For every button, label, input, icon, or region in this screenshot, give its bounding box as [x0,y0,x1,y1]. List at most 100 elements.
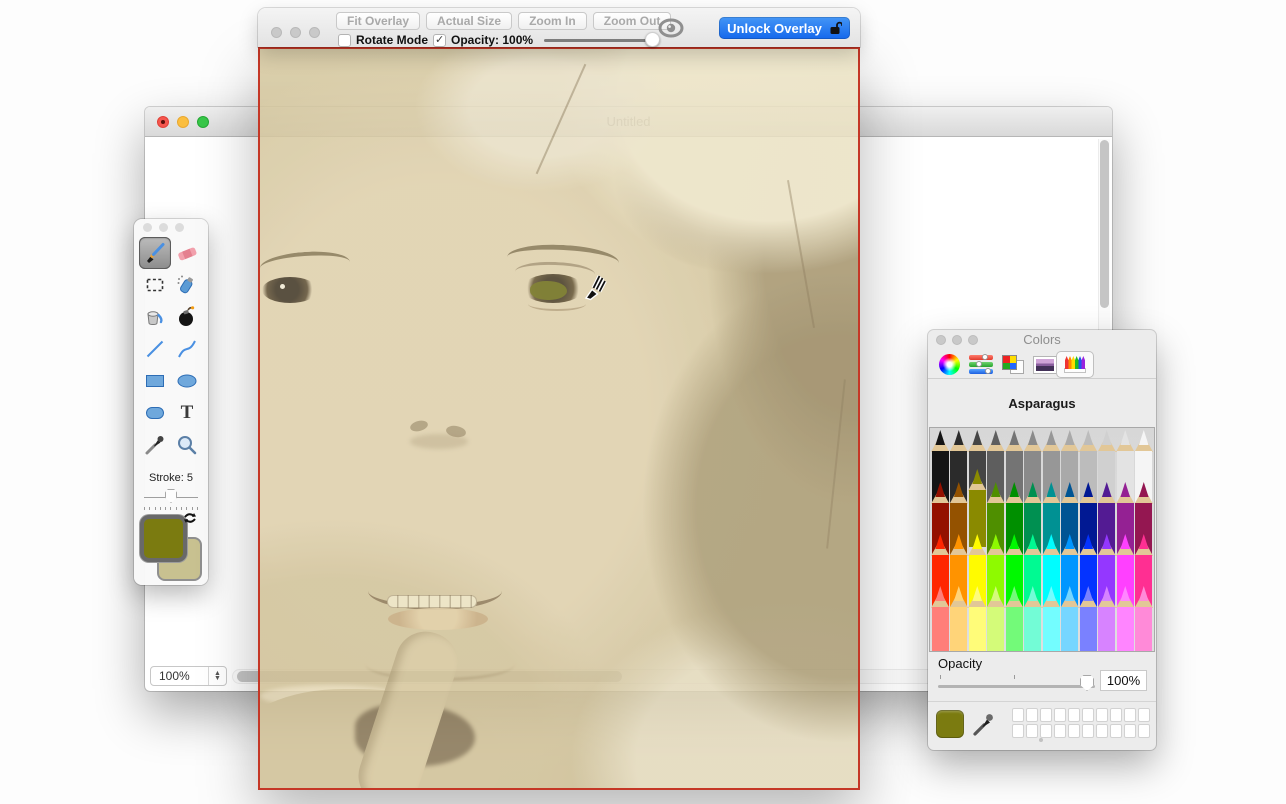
empty-swatch[interactable] [1068,724,1080,738]
tool-zoom[interactable] [171,429,203,461]
empty-swatch[interactable] [1096,724,1108,738]
photo-nose [410,434,468,449]
actual-size-button[interactable]: Actual Size [426,12,512,30]
pencil-color[interactable] [950,586,969,651]
vertical-scrollbar-thumb[interactable] [1100,140,1109,308]
tool-eraser[interactable] [171,237,203,269]
zoom-in-button[interactable]: Zoom In [518,12,587,30]
empty-swatch[interactable] [1068,708,1080,722]
palette-window-dots[interactable] [134,219,208,232]
tool-bomb-clear[interactable] [171,301,203,333]
rotate-mode-checkbox[interactable] [338,34,351,47]
tool-eyedropper[interactable] [139,429,171,461]
empty-swatch[interactable] [1012,724,1024,738]
pencil-color[interactable] [1116,586,1135,651]
tool-airbrush[interactable] [171,269,203,301]
pencil-color[interactable] [1098,586,1117,651]
eye-icon[interactable] [657,18,685,38]
tool-ellipse[interactable] [171,365,203,397]
tool-rounded-rectangle[interactable] [139,397,171,429]
unlock-overlay-button[interactable]: Unlock Overlay [719,17,850,39]
empty-swatch[interactable] [1110,724,1122,738]
empty-swatch[interactable] [1040,724,1052,738]
zoom-window-button[interactable] [197,116,209,128]
pencil-color[interactable] [987,586,1006,651]
pencil-color[interactable] [1135,586,1154,651]
photo-left-eye [262,277,318,303]
pencil-color[interactable] [931,586,950,651]
empty-swatch[interactable] [1096,708,1108,722]
colors-opacity-value[interactable]: 100% [1100,670,1147,691]
panel-resize-handle[interactable] [1039,738,1043,742]
unlock-overlay-label: Unlock Overlay [727,21,822,36]
pencil-color[interactable] [1024,586,1043,651]
fill-bucket-icon [143,305,167,329]
colors-opacity-ticks [940,675,1088,679]
opacity-checkbox[interactable] [433,34,446,47]
padlock-open-icon [829,21,842,35]
opacity-slider[interactable] [544,32,660,48]
colors-opacity-knob[interactable] [1080,675,1094,691]
pencil-color[interactable] [1042,586,1061,651]
text-tool-icon: T [181,402,194,424]
overlay-window-dots[interactable] [271,27,320,38]
line-icon [143,337,167,361]
colors-opacity-slider[interactable] [938,685,1095,688]
pencil-color[interactable] [968,586,987,651]
opacity-label: Opacity: 100% [451,33,533,47]
pencils-icon [1064,356,1086,373]
colors-opacity-label: Opacity [938,656,982,671]
minimize-button[interactable] [177,116,189,128]
curve-icon [175,337,199,361]
empty-swatch[interactable] [1110,708,1122,722]
tab-color-sliders[interactable] [966,352,996,377]
tool-curve[interactable] [171,333,203,365]
tools-grid: T [139,237,203,461]
overlay-toolbar-window: Fit Overlay Actual Size Zoom In Zoom Out… [258,8,860,47]
overlay-photo [260,49,858,788]
empty-swatch[interactable] [1138,724,1150,738]
empty-swatch[interactable] [1012,708,1024,722]
empty-swatch[interactable] [1082,708,1094,722]
empty-swatch[interactable] [1026,708,1038,722]
stroke-slider[interactable] [144,489,198,505]
tool-text[interactable]: T [171,397,203,429]
canvas-zoom-select[interactable]: 100% ▲▼ [150,666,227,686]
colors-toolbar [928,350,1156,379]
empty-swatch[interactable] [1054,708,1066,722]
stroke-slider-knob[interactable] [165,489,177,503]
empty-swatch[interactable] [1026,724,1038,738]
pencil-color[interactable] [1061,586,1080,651]
tab-color-palettes[interactable] [998,352,1028,377]
tool-fill-bucket[interactable] [139,301,171,333]
fit-overlay-button[interactable]: Fit Overlay [336,12,420,30]
tool-rectangle[interactable] [139,365,171,397]
tab-color-wheel[interactable] [934,352,964,377]
bomb-icon [175,305,199,329]
empty-swatch[interactable] [1124,724,1136,738]
eyedropper-icon [143,433,167,457]
tab-pencils[interactable] [1056,351,1094,378]
colors-titlebar: Colors [928,330,1156,350]
empty-swatch[interactable] [1040,708,1052,722]
pencil-color[interactable] [1079,586,1098,651]
colors-panel: Colors Asparagus Opacity 100% [928,330,1156,750]
zoom-stepper[interactable]: ▲▼ [208,667,226,685]
empty-swatch[interactable] [1082,724,1094,738]
tool-line[interactable] [139,333,171,365]
tool-palette: T Stroke: 5 [134,219,208,585]
empty-swatch[interactable] [1124,708,1136,722]
colors-eyedropper-icon[interactable] [972,711,994,737]
pencil-color[interactable] [1005,586,1024,651]
current-color-well[interactable] [936,710,964,738]
empty-swatch[interactable] [1054,724,1066,738]
empty-swatch[interactable] [1138,708,1150,722]
ellipse-icon [175,369,199,393]
color-palettes-icon [1002,355,1024,374]
foreground-color-swatch[interactable] [140,515,187,562]
close-button[interactable] [157,116,169,128]
tool-paintbrush[interactable] [139,237,171,269]
colors-window-dots[interactable] [936,335,978,345]
tool-select[interactable] [139,269,171,301]
swap-colors-icon[interactable] [182,511,198,527]
